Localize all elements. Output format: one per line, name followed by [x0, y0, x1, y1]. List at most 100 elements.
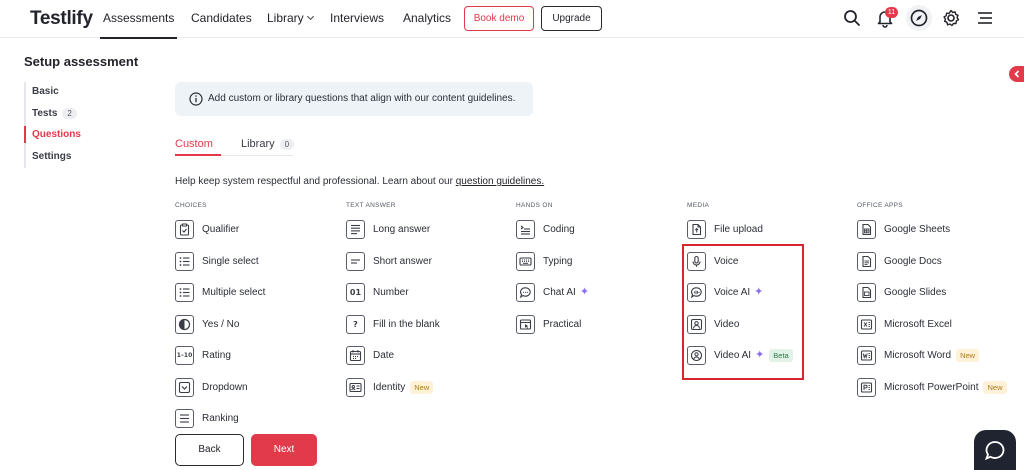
nav-assessments[interactable]: Assessments	[99, 11, 178, 39]
question-type-google-sheets[interactable]: Google Sheets	[857, 218, 950, 240]
question-type-label: Chat AI	[543, 286, 576, 298]
question-type-label: Typing	[543, 255, 573, 267]
question-type-google-docs[interactable]: Google Docs	[857, 250, 942, 272]
excel-icon	[857, 314, 876, 334]
search-icon[interactable]	[842, 8, 862, 28]
tab-custom[interactable]: Custom	[175, 138, 213, 150]
step-tests[interactable]: Tests 2	[32, 108, 77, 119]
question-type-google-slides[interactable]: Google Slides	[857, 281, 946, 303]
question-type-number[interactable]: 01 Number	[346, 281, 409, 303]
category-hands-on-heading: HANDS ON	[516, 202, 553, 209]
practical-icon	[516, 314, 535, 334]
nav-analytics[interactable]: Analytics	[403, 11, 451, 25]
question-type-microsoft-excel[interactable]: Microsoft Excel	[857, 313, 952, 335]
setup-steps-nav: Basic Tests 2 Questions Settings	[24, 82, 134, 168]
category-media-heading: MEDIA	[687, 202, 710, 209]
keyboard-icon	[516, 251, 535, 271]
question-type-rating[interactable]: 1–10 Rating	[175, 344, 231, 366]
question-type-long-answer[interactable]: Long answer	[346, 218, 430, 240]
step-settings[interactable]: Settings	[32, 151, 71, 162]
top-navbar: Testlify Assessments Candidates Library …	[0, 0, 1024, 39]
support-chat-button[interactable]	[974, 430, 1016, 470]
upgrade-button[interactable]: Upgrade	[541, 6, 602, 31]
dropdown-icon	[175, 377, 194, 397]
question-type-short-answer[interactable]: Short answer	[346, 250, 432, 272]
menu-icon[interactable]	[975, 8, 995, 28]
back-button[interactable]: Back	[175, 434, 244, 466]
question-type-label: Identity	[373, 381, 406, 393]
question-type-label: Long answer	[373, 223, 431, 235]
category-text-answer-heading: TEXT ANSWER	[346, 202, 396, 209]
sparkle-icon: ✦	[579, 285, 590, 298]
question-type-microsoft-word[interactable]: Microsoft Word New	[857, 344, 980, 366]
next-button[interactable]: Next	[251, 434, 317, 466]
ranking-icon	[175, 408, 194, 428]
question-type-multiple-select[interactable]: Multiple select	[175, 281, 265, 303]
guidelines-info-box: Add custom or library questions that ali…	[175, 82, 533, 116]
question-type-label: Yes / No	[202, 318, 240, 330]
question-type-coding[interactable]: Coding	[516, 218, 575, 240]
question-type-label: Number	[373, 286, 409, 298]
word-icon	[857, 345, 876, 365]
question-type-dropdown[interactable]: Dropdown	[175, 376, 248, 398]
notification-badge: 11	[885, 7, 898, 18]
question-type-label: Single select	[202, 255, 259, 267]
question-type-fill-in-the-blank[interactable]: ? Fill in the blank	[346, 313, 440, 335]
compass-icon	[910, 9, 928, 27]
step-questions[interactable]: Questions	[32, 129, 81, 140]
question-guidelines-link[interactable]: question guidelines.	[456, 176, 544, 187]
question-type-label: Ranking	[202, 412, 239, 424]
clipboard-check-icon	[175, 219, 194, 239]
tests-count: 2	[62, 108, 77, 119]
question-type-single-select[interactable]: Single select	[175, 250, 259, 272]
collapse-panel-button[interactable]	[1009, 66, 1024, 82]
nav-interviews[interactable]: Interviews	[330, 11, 384, 25]
question-type-typing[interactable]: Typing	[516, 250, 572, 272]
number-icon-glyph: 01	[349, 287, 362, 297]
step-basic[interactable]: Basic	[32, 86, 59, 97]
book-demo-button[interactable]: Book demo	[464, 6, 534, 31]
calendar-icon	[346, 345, 365, 365]
question-type-date[interactable]: Date	[346, 344, 394, 366]
long-text-icon	[346, 219, 365, 239]
question-type-yes-no[interactable]: Yes / No	[175, 313, 239, 335]
category-office-apps-heading: OFFICE APPS	[857, 202, 903, 209]
info-icon	[189, 92, 203, 106]
code-icon	[516, 219, 535, 239]
question-type-qualifier[interactable]: Qualifier	[175, 218, 239, 240]
info-text: Add custom or library questions that ali…	[208, 93, 516, 104]
chevron-down-icon	[306, 12, 314, 21]
tab-library[interactable]: Library 0	[241, 138, 295, 150]
question-type-label: Dropdown	[202, 381, 248, 393]
media-highlight-box	[682, 244, 804, 380]
id-card-icon	[346, 377, 365, 397]
new-badge: New	[410, 380, 434, 394]
question-type-label: Google Slides	[884, 286, 947, 298]
question-type-microsoft-powerpoint[interactable]: Microsoft PowerPoint New	[857, 376, 1007, 398]
question-type-practical[interactable]: Practical	[516, 313, 581, 335]
active-step-marker	[24, 126, 26, 143]
question-type-label: Rating	[202, 349, 231, 361]
question-type-file-upload[interactable]: File upload	[687, 218, 763, 240]
question-type-label: Microsoft Excel	[884, 318, 952, 330]
rating-icon: 1–10	[175, 345, 194, 365]
question-type-label: Coding	[543, 223, 575, 235]
question-type-label: Qualifier	[202, 223, 240, 235]
gear-icon[interactable]	[941, 8, 961, 28]
question-type-label: Google Docs	[884, 255, 942, 267]
question-type-label: Microsoft PowerPoint	[884, 381, 979, 393]
logo[interactable]: Testlify	[30, 8, 93, 30]
nav-candidates[interactable]: Candidates	[191, 11, 252, 25]
nav-library[interactable]: Library	[267, 11, 314, 25]
docs-icon	[857, 251, 876, 271]
explore-button[interactable]	[906, 5, 932, 31]
question-type-label: Practical	[543, 318, 582, 330]
library-count: 0	[279, 139, 295, 150]
question-type-identity[interactable]: Identity New	[346, 376, 434, 398]
question-type-label: Short answer	[373, 255, 432, 267]
tab-library-label: Library	[241, 138, 275, 150]
question-type-ranking[interactable]: Ranking	[175, 407, 239, 429]
number-icon: 01	[346, 282, 365, 302]
question-type-chat-ai[interactable]: Chat AI ✦	[516, 281, 589, 303]
active-tab-underline	[175, 154, 221, 156]
